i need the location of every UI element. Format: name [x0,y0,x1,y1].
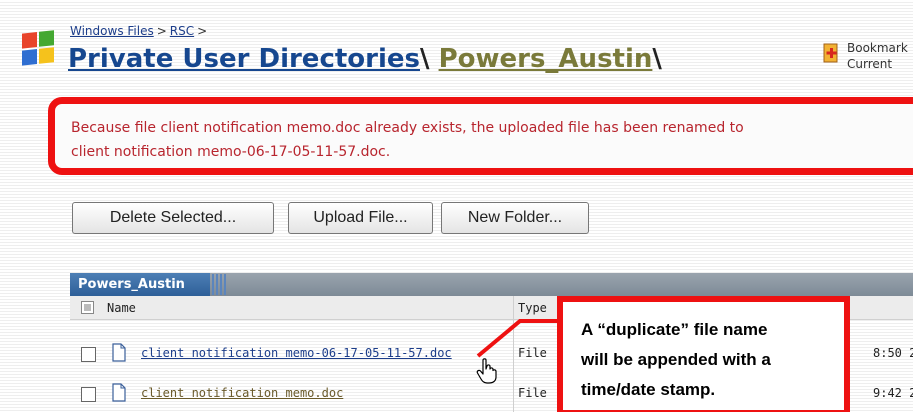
file-link[interactable]: client notification memo.doc [141,386,343,400]
delete-selected-button[interactable]: Delete Selected... [72,202,274,234]
file-type: File [518,346,547,360]
file-link[interactable]: client notification memo-06-17-05-11-57.… [141,346,452,360]
breadcrumb: Windows Files > RSC > [70,24,210,38]
select-all-checkbox[interactable] [81,301,94,314]
column-header-name[interactable]: Name [107,301,136,315]
bookmark-label-line2: Current [847,57,893,71]
tab-grip-handle [212,274,226,295]
folder-tab[interactable]: Powers_Austin [70,273,210,296]
file-icon [112,383,126,402]
breadcrumb-link-rsc[interactable]: RSC [170,24,194,38]
title-link-private-user-directories[interactable]: Private User Directories [68,44,420,74]
upload-file-button[interactable]: Upload File... [288,202,433,234]
title-link-powers-austin[interactable]: Powers_Austin [439,44,653,74]
row-checkbox[interactable] [81,387,96,402]
rename-notice-box: Because file client notification memo.do… [48,97,913,175]
title-separator: \ [420,44,430,74]
bookmark-current-button[interactable]: Bookmark Current [819,38,913,76]
bookmark-label: Bookmark Current [847,40,908,72]
callout-line3: time/date stamp. [581,380,716,399]
windows-logo-icon [22,30,54,66]
breadcrumb-separator: > [197,24,208,38]
file-modified-time: 9:42 2 [873,386,913,400]
row-checkbox[interactable] [81,347,96,362]
file-type: File [518,386,547,400]
callout-line1: A “duplicate” file name [581,320,768,339]
bookmark-label-line1: Bookmark [847,41,908,55]
file-icon [112,343,126,362]
breadcrumb-separator: > [156,24,167,38]
annotation-callout: A “duplicate” file name will be appended… [557,296,850,412]
rename-notice-line2: client notification memo-06-17-05-11-57.… [71,144,391,160]
new-folder-button[interactable]: New Folder... [441,202,589,234]
breadcrumb-link-windows-files[interactable]: Windows Files [70,24,154,38]
callout-line2: will be appended with a [581,350,771,369]
hand-pointer-cursor-icon [476,358,497,384]
title-separator: \ [652,44,662,74]
file-modified-time: 8:50 2 [873,346,913,360]
bookmark-add-icon [823,43,838,63]
column-header-type[interactable]: Type [518,301,547,315]
page-title: Private User Directories\ Powers_Austin\ [68,44,662,74]
rename-notice-line1: Because file client notification memo.do… [71,120,744,136]
